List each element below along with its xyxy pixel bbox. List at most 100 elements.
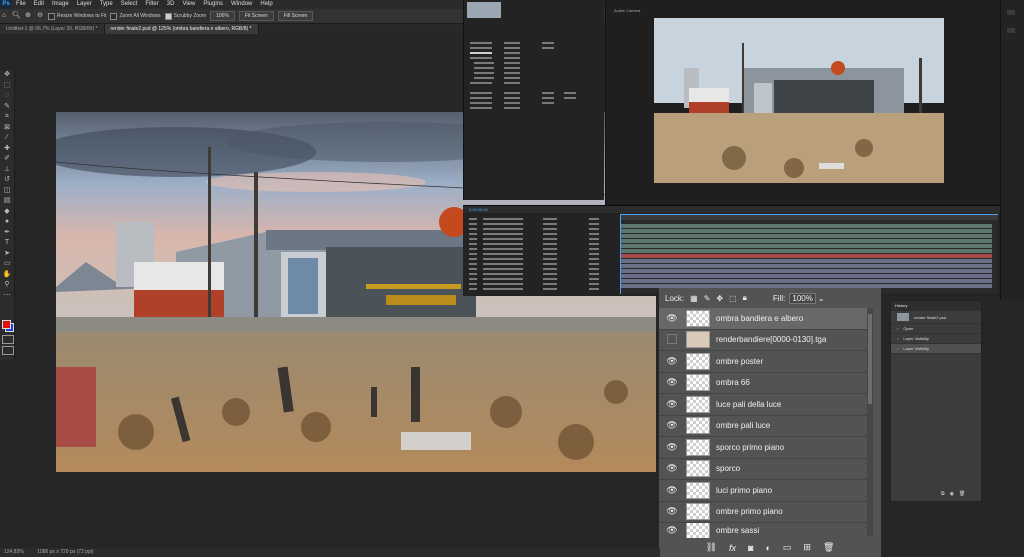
visibility-eye-icon[interactable]: 👁︎ bbox=[664, 420, 680, 431]
lock-image-icon[interactable]: ✎ bbox=[704, 294, 711, 303]
menu-3d[interactable]: 3D bbox=[163, 0, 179, 9]
zoom-in-icon[interactable]: ⊕ bbox=[24, 12, 32, 20]
menu-view[interactable]: View bbox=[178, 0, 199, 9]
link-layers-icon[interactable]: ⛓ bbox=[706, 542, 717, 553]
lock-artboard-icon[interactable]: ⬚ bbox=[729, 294, 737, 303]
fx-icon[interactable]: fx bbox=[729, 543, 736, 553]
zoom-out-icon[interactable]: ⊖ bbox=[36, 12, 44, 20]
menu-edit[interactable]: Edit bbox=[30, 0, 48, 9]
lock-position-icon[interactable]: ✥ bbox=[716, 294, 723, 303]
layer-row[interactable]: 👁︎ ombre pali luce bbox=[659, 416, 867, 437]
ae-timeline-panel[interactable]: 0;00;00;00 bbox=[463, 205, 1000, 296]
visibility-eye-icon[interactable]: 👁︎ bbox=[664, 506, 680, 517]
zoom-tool-icon[interactable]: 🔍︎ bbox=[12, 12, 21, 20]
lasso-tool-icon[interactable]: ◌ bbox=[0, 91, 14, 102]
layer-row[interactable]: 👁︎ ombra bandiera e albero bbox=[659, 308, 867, 330]
layer-row[interactable]: 👁︎ sporco bbox=[659, 459, 867, 480]
panel-control[interactable] bbox=[1007, 28, 1015, 33]
dodge-tool-icon[interactable]: ● bbox=[0, 217, 14, 228]
type-tool-icon[interactable]: T bbox=[0, 238, 14, 249]
history-item[interactable]: ▫ Layer Visibility bbox=[891, 344, 981, 354]
trash-icon[interactable]: 🗑︎ bbox=[823, 542, 834, 553]
layer-row[interactable]: 👁︎ ombre primo piano bbox=[659, 502, 867, 523]
tab-untitled[interactable]: Untitled-1 @ 66,7% (Layer 20, RGB/8#) * bbox=[0, 24, 105, 34]
path-select-icon[interactable]: ➤ bbox=[0, 249, 14, 260]
screen-mode-icon[interactable] bbox=[2, 346, 14, 355]
new-document-icon[interactable]: ⧉ bbox=[941, 491, 945, 497]
visibility-eye-icon[interactable]: 👁︎ bbox=[664, 485, 680, 496]
fit-screen-button[interactable]: Fit Screen bbox=[238, 11, 274, 21]
menu-type[interactable]: Type bbox=[96, 0, 117, 9]
tab-render-finale[interactable]: render finale2.psd @ 125% (ombra bandier… bbox=[104, 24, 259, 34]
crop-tool-icon[interactable]: ⌗ bbox=[0, 112, 14, 123]
visibility-eye-icon[interactable]: 👁︎ bbox=[664, 399, 680, 410]
home-icon[interactable]: ⌂ bbox=[0, 12, 8, 20]
marquee-tool-icon[interactable]: ⬚ bbox=[0, 81, 14, 92]
lock-transparent-icon[interactable]: ▦ bbox=[690, 294, 698, 303]
layer-row[interactable]: 👁︎ sporco primo piano bbox=[659, 437, 867, 459]
layer-row[interactable]: 👁︎ ombra 66 bbox=[659, 373, 867, 394]
quick-select-tool-icon[interactable]: ✎ bbox=[0, 102, 14, 113]
menu-help[interactable]: Help bbox=[256, 0, 276, 9]
fill-input[interactable]: 100% bbox=[789, 292, 816, 304]
add-mask-icon[interactable]: ◙ bbox=[748, 543, 753, 553]
history-tab[interactable]: History bbox=[891, 301, 981, 311]
lock-all-icon[interactable]: 🔒︎ bbox=[743, 293, 747, 303]
layer-row[interactable]: 👁︎ luci primo piano bbox=[659, 480, 867, 502]
layer-row[interactable]: 👁︎ ombre sassi bbox=[659, 523, 867, 539]
zoom-level[interactable]: 124,83% bbox=[4, 549, 24, 555]
visibility-eye-icon[interactable]: 👁︎ bbox=[664, 442, 680, 453]
ae-composition-viewer[interactable]: Active Camera bbox=[605, 0, 1001, 205]
clone-stamp-icon[interactable]: ⊥ bbox=[0, 165, 14, 176]
blur-tool-icon[interactable]: ◆ bbox=[0, 207, 14, 218]
visibility-eye-icon[interactable]: 👁︎ bbox=[664, 356, 680, 367]
panel-control[interactable] bbox=[1007, 10, 1015, 15]
visibility-eye-icon[interactable]: 👁︎ bbox=[664, 377, 680, 388]
frame-tool-icon[interactable]: ⊠ bbox=[0, 123, 14, 134]
resize-windows-checkbox[interactable]: Resize Windows to Fit bbox=[48, 12, 106, 20]
hand-tool-icon[interactable]: ✋ bbox=[0, 270, 14, 281]
layer-row[interactable]: renderbandiere[0000-0130].tga bbox=[659, 330, 867, 351]
foreground-color-swatch[interactable] bbox=[2, 320, 11, 329]
menu-filter[interactable]: Filter bbox=[141, 0, 162, 9]
gradient-tool-icon[interactable]: ▤ bbox=[0, 196, 14, 207]
zoom-all-windows-checkbox[interactable]: Zoom All Windows bbox=[110, 12, 161, 20]
snapshot-camera-icon[interactable]: ◉ bbox=[950, 491, 954, 497]
pen-tool-icon[interactable]: ✒ bbox=[0, 228, 14, 239]
move-tool-icon[interactable]: ✥ bbox=[0, 70, 14, 81]
history-item[interactable]: ▫ Layer Visibility bbox=[891, 334, 981, 344]
menu-select[interactable]: Select bbox=[117, 0, 142, 9]
menu-layer[interactable]: Layer bbox=[73, 0, 96, 9]
new-group-icon[interactable]: ▭ bbox=[783, 542, 792, 553]
history-snapshot[interactable]: render finale2.psd bbox=[891, 311, 981, 324]
visibility-eye-icon[interactable]: 👁︎ bbox=[664, 525, 680, 536]
more-tools-icon[interactable]: ⋯ bbox=[0, 291, 14, 302]
rectangle-tool-icon[interactable]: ▭ bbox=[0, 259, 14, 270]
timecode[interactable]: 0;00;00;00 bbox=[469, 207, 488, 212]
visibility-empty-box[interactable] bbox=[664, 333, 680, 346]
brush-tool-icon[interactable]: ✐ bbox=[0, 154, 14, 165]
zoom-tool-icon[interactable]: ⚲ bbox=[0, 280, 14, 291]
menu-image[interactable]: Image bbox=[48, 0, 73, 9]
timeline-tracks[interactable] bbox=[620, 214, 998, 294]
menu-window[interactable]: Window bbox=[227, 0, 256, 9]
zoom-100-button[interactable]: 100% bbox=[210, 11, 235, 21]
project-list[interactable] bbox=[464, 40, 604, 190]
quick-mask-icon[interactable] bbox=[2, 335, 14, 344]
healing-brush-icon[interactable]: ✚ bbox=[0, 144, 14, 155]
layers-scrollbar[interactable] bbox=[867, 308, 873, 536]
history-brush-icon[interactable]: ↺ bbox=[0, 175, 14, 186]
menu-plugins[interactable]: Plugins bbox=[199, 0, 227, 9]
fill-screen-button[interactable]: Fill Screen bbox=[277, 11, 314, 21]
history-item[interactable]: ▫ Open bbox=[891, 324, 981, 334]
visibility-eye-icon[interactable]: 👁︎ bbox=[664, 463, 680, 474]
adjustment-layer-icon[interactable]: ◐ bbox=[765, 543, 770, 553]
visibility-eye-icon[interactable]: 👁︎ bbox=[664, 313, 680, 324]
layer-row[interactable]: 👁︎ luce pali della luce bbox=[659, 394, 867, 416]
trash-icon[interactable]: 🗑︎ bbox=[959, 491, 965, 497]
menu-file[interactable]: File bbox=[12, 0, 30, 9]
new-layer-icon[interactable]: ⊞ bbox=[803, 542, 811, 553]
eraser-tool-icon[interactable]: ◫ bbox=[0, 186, 14, 197]
layer-row[interactable]: 👁︎ ombre poster bbox=[659, 351, 867, 373]
eyedropper-tool-icon[interactable]: ⁄ bbox=[0, 133, 14, 144]
